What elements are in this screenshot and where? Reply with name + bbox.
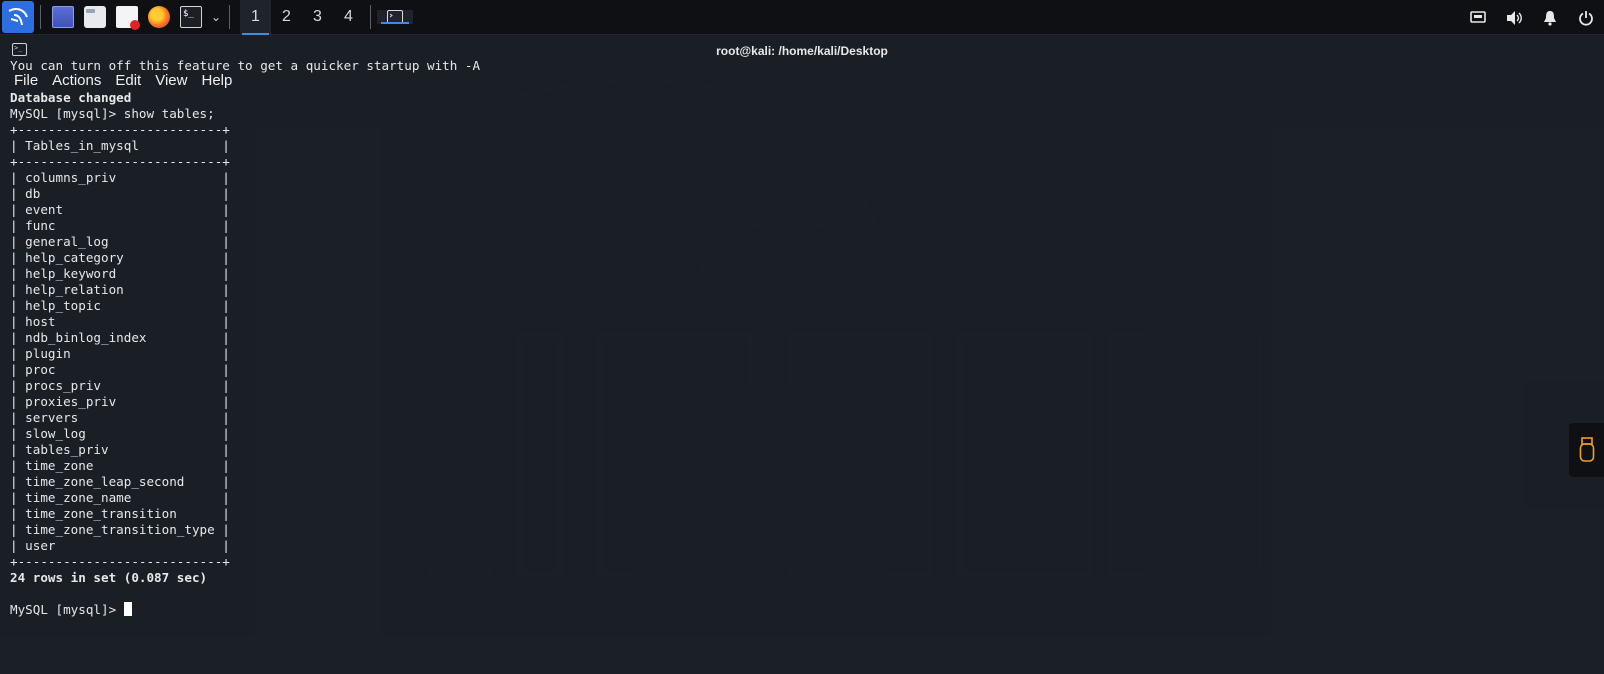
terminal-line: +---------------------------+ [10,554,230,569]
firefox-icon[interactable] [148,6,170,28]
terminal-line: | func | [10,218,230,233]
terminal-line: | procs_priv | [10,378,230,393]
window-title: root@kali: /home/kali/Desktop [716,44,888,58]
terminal-line: | general_log | [10,234,230,249]
terminal-line: | help_keyword | [10,266,230,281]
panel-separator [40,5,41,29]
terminal-icon[interactable]: $_ [180,6,202,28]
panel-separator [229,5,230,29]
terminal-prompt-line: MySQL [mysql]> [10,602,1590,618]
terminal-line: | user | [10,538,230,553]
workspace-4[interactable]: 4 [333,0,364,35]
power-icon[interactable] [1568,0,1604,35]
terminal-line: | servers | [10,410,230,425]
terminal-line: | plugin | [10,346,230,361]
terminal-line: | event | [10,202,230,217]
terminal-line: | time_zone_transition | [10,506,230,521]
terminal-line: | slow_log | [10,426,230,441]
terminal-line: +---------------------------+ [10,122,230,137]
terminal-line: Database changed [10,90,132,105]
terminal-line: | help_relation | [10,282,230,297]
usb-device-icon[interactable] [1569,423,1604,477]
workspace-3[interactable]: 3 [302,0,333,35]
notifications-icon[interactable] [1532,0,1568,35]
top-panel: $_ ⌄ 1 2 3 4 [0,0,1604,35]
terminal-emulator-icon[interactable] [52,6,74,28]
workspace-switcher: 1 2 3 4 [240,0,364,35]
terminal-line: | Tables_in_mysql | [10,138,230,153]
taskbar-terminal-button[interactable] [377,10,413,24]
terminal-line: | columns_priv | [10,170,230,185]
workspace-2[interactable]: 2 [271,0,302,35]
terminal-line: | tables_priv | [10,442,230,457]
chevron-down-icon[interactable]: ⌄ [209,10,223,24]
terminal-line: | proxies_priv | [10,394,230,409]
terminal-output[interactable]: You can turn off this feature to get a q… [10,58,1590,618]
launcher: $_ ⌄ [0,0,223,35]
file-manager-icon[interactable] [84,6,106,28]
terminal-line: | time_zone | [10,458,230,473]
text-editor-icon[interactable] [116,6,140,30]
panel-separator [370,5,371,29]
volume-icon[interactable] [1496,0,1532,35]
terminal-line: | help_category | [10,250,230,265]
terminal-cursor [123,602,132,616]
system-tray [1460,0,1604,35]
terminal-line: 24 rows in set (0.087 sec) [10,570,208,585]
terminal-line: | time_zone_transition_type | [10,522,230,537]
terminal-line: MySQL [mysql]> show tables; [10,106,215,121]
network-icon[interactable] [1460,0,1496,35]
terminal-line: | time_zone_leap_second | [10,474,230,489]
terminal-line: | proc | [10,362,230,377]
terminal-line: You can turn off this feature to get a q… [10,58,481,73]
workspace-1[interactable]: 1 [240,0,271,35]
kali-menu-icon[interactable] [2,1,34,33]
terminal-line: | time_zone_name | [10,490,230,505]
terminal-line: | help_topic | [10,298,230,313]
terminal-line: | host | [10,314,230,329]
terminal-window-icon [387,10,403,24]
terminal-line: | db | [10,186,230,201]
terminal-line: | ndb_binlog_index | [10,330,230,345]
terminal-line: +---------------------------+ [10,154,230,169]
